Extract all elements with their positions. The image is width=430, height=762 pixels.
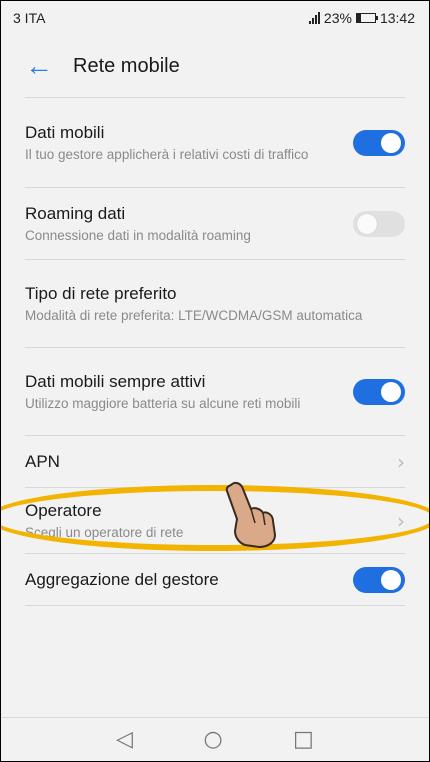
status-bar: 3 ITA 23% 13:42 <box>1 1 429 35</box>
setting-sub: Modalità di rete preferita: LTE/WCDMA/GS… <box>25 307 363 323</box>
setting-aggregazione[interactable]: Aggregazione del gestore <box>25 554 405 606</box>
app-header: ← Rete mobile <box>1 35 429 97</box>
toggle-switch[interactable] <box>353 566 405 593</box>
setting-tipo-rete[interactable]: Tipo di rete preferito Modalità di rete … <box>25 260 405 348</box>
battery-percent: 23% <box>323 10 352 26</box>
chevron-right-icon: › <box>397 508 405 533</box>
arrow-left-icon[interactable]: ← <box>25 52 65 80</box>
nav-back-icon[interactable]: ◁ <box>116 727 133 752</box>
setting-label: Dati mobili <box>25 122 105 142</box>
carrier-label: 3 ITA <box>13 10 46 26</box>
system-nav-bar: ◁ ○ □ <box>1 717 429 761</box>
setting-label: Operatore <box>25 500 102 520</box>
setting-sub: Utilizzo maggiore batteria su alcune ret… <box>25 395 301 411</box>
phone-screen: 3 ITA 23% 13:42 ← Rete mobile Dati mobil… <box>0 0 430 762</box>
nav-home-icon[interactable]: ○ <box>203 727 222 752</box>
setting-label: Aggregazione del gestore <box>25 569 219 589</box>
settings-list: Dati mobili Il tuo gestore applicherà i … <box>1 98 429 606</box>
setting-label: APN <box>25 451 60 471</box>
clock: 13:42 <box>379 10 415 26</box>
status-right: 23% 13:42 <box>308 10 415 26</box>
chevron-right-icon: › <box>397 449 405 474</box>
toggle-switch[interactable] <box>353 378 405 405</box>
setting-sub: Scegli un operatore di rete <box>25 524 184 540</box>
setting-operatore[interactable]: Operatore Scegli un operatore di rete › <box>25 488 405 554</box>
setting-sub: Il tuo gestore applicherà i relativi cos… <box>25 146 309 162</box>
setting-roaming-dati[interactable]: Roaming dati Connessione dati in modalit… <box>25 188 405 260</box>
nav-recent-icon[interactable]: □ <box>293 727 314 752</box>
setting-label: Dati mobili sempre attivi <box>25 371 206 391</box>
setting-apn[interactable]: APN › <box>25 436 405 488</box>
setting-label: Tipo di rete preferito <box>25 283 177 303</box>
pointing-hand-icon <box>225 481 277 549</box>
toggle-switch[interactable] <box>353 129 405 156</box>
setting-sub: Connessione dati in modalità roaming <box>25 227 251 243</box>
setting-dati-mobili[interactable]: Dati mobili Il tuo gestore applicherà i … <box>25 98 405 188</box>
signal-icon <box>308 12 320 24</box>
setting-dati-sempre-attivi[interactable]: Dati mobili sempre attivi Utilizzo maggi… <box>25 348 405 436</box>
battery-icon <box>355 13 378 23</box>
page-title: Rete mobile <box>73 54 180 77</box>
toggle-switch[interactable] <box>353 210 405 237</box>
setting-label: Roaming dati <box>25 203 126 223</box>
